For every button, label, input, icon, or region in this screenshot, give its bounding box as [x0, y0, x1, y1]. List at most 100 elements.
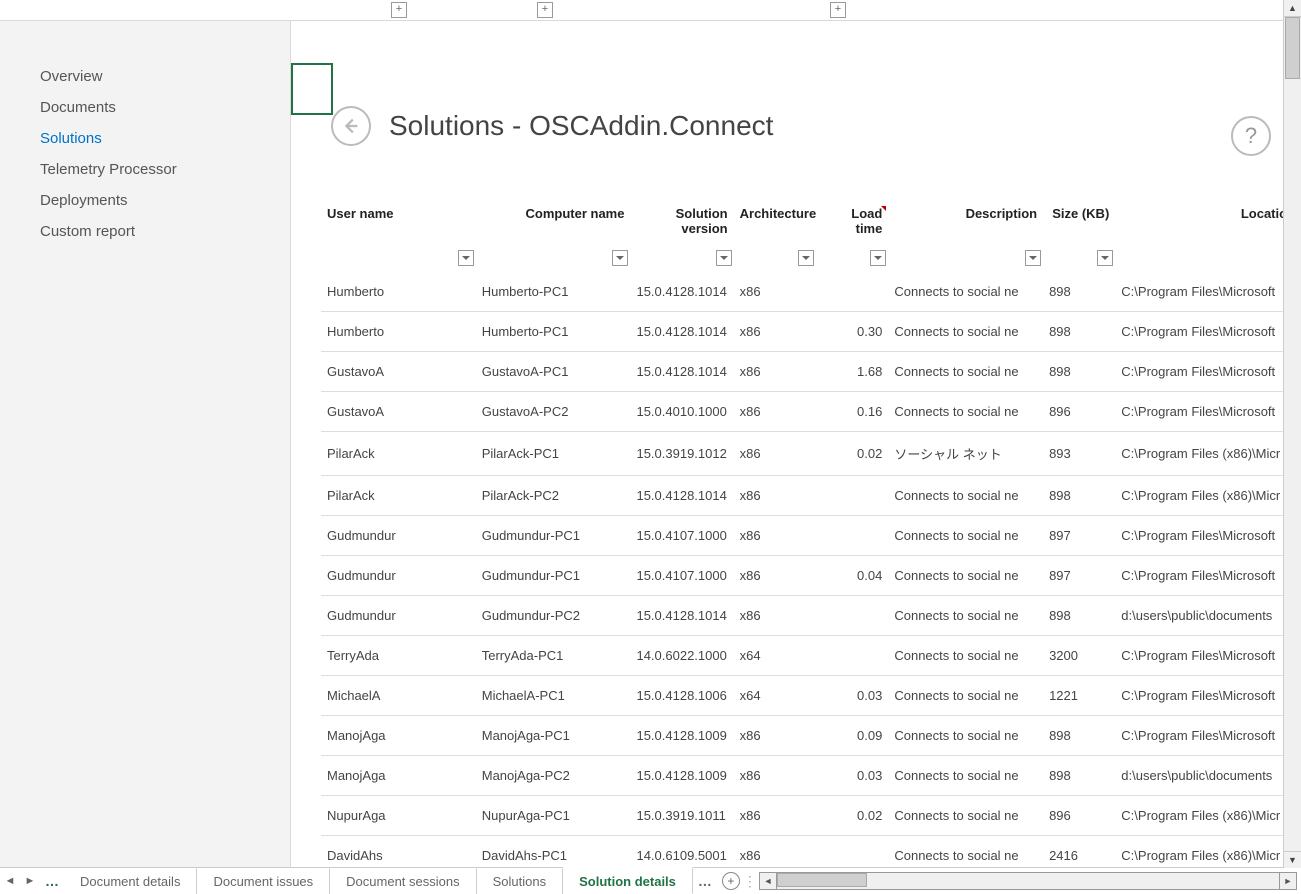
cell-solution-version[interactable]: 15.0.4128.1014 — [630, 352, 733, 392]
cell-description[interactable]: Connects to social ne — [888, 392, 1043, 432]
cell-computer-name[interactable]: MichaelA-PC1 — [476, 676, 631, 716]
cell-load-time[interactable] — [816, 836, 888, 868]
outline-expand-2[interactable]: + — [537, 2, 553, 18]
filter-dropdown[interactable] — [798, 250, 814, 266]
cell-user-name[interactable]: GustavoA — [321, 352, 476, 392]
cell-architecture[interactable]: x86 — [734, 476, 817, 516]
table-row[interactable]: NupurAgaNupurAga-PC115.0.3919.1011x860.0… — [321, 796, 1301, 836]
cell-solution-version[interactable]: 15.0.4107.1000 — [630, 516, 733, 556]
cell-architecture[interactable]: x86 — [734, 516, 817, 556]
cell-location[interactable]: C:\Program Files\Microsoft — [1115, 352, 1301, 392]
cell-solution-version[interactable]: 15.0.3919.1011 — [630, 796, 733, 836]
table-row[interactable]: ManojAgaManojAga-PC215.0.4128.1009x860.0… — [321, 756, 1301, 796]
cell-computer-name[interactable]: PilarAck-PC2 — [476, 476, 631, 516]
cell-location[interactable]: C:\Program Files\Microsoft — [1115, 392, 1301, 432]
comment-indicator[interactable] — [879, 206, 886, 211]
cell-location[interactable]: C:\Program Files\Microsoft — [1115, 556, 1301, 596]
filter-dropdown[interactable] — [612, 250, 628, 266]
cell-architecture[interactable]: x86 — [734, 556, 817, 596]
sidebar-item-solutions[interactable]: Solutions — [0, 123, 290, 154]
cell-description[interactable]: Connects to social ne — [888, 352, 1043, 392]
cell-user-name[interactable]: ManojAga — [321, 756, 476, 796]
cell-architecture[interactable]: x86 — [734, 756, 817, 796]
cell-computer-name[interactable]: DavidAhs-PC1 — [476, 836, 631, 868]
cell-solution-version[interactable]: 15.0.3919.1012 — [630, 432, 733, 476]
cell-size[interactable]: 3200 — [1043, 636, 1115, 676]
table-row[interactable]: PilarAckPilarAck-PC115.0.3919.1012x860.0… — [321, 432, 1301, 476]
cell-size[interactable]: 1221 — [1043, 676, 1115, 716]
cell-size[interactable]: 898 — [1043, 756, 1115, 796]
cell-size[interactable]: 898 — [1043, 716, 1115, 756]
cell-size[interactable]: 898 — [1043, 596, 1115, 636]
tab-document-sessions[interactable]: Document sessions — [330, 868, 476, 894]
cell-description[interactable]: Connects to social ne — [888, 596, 1043, 636]
cell-computer-name[interactable]: Humberto-PC1 — [476, 312, 631, 352]
cell-solution-version[interactable]: 14.0.6022.1000 — [630, 636, 733, 676]
cell-user-name[interactable]: Humberto — [321, 272, 476, 312]
cell-architecture[interactable]: x86 — [734, 796, 817, 836]
cell-description[interactable]: Connects to social ne — [888, 716, 1043, 756]
tab-solution-details[interactable]: Solution details — [563, 867, 693, 894]
scroll-down-button[interactable]: ▼ — [1284, 851, 1301, 868]
cell-location[interactable]: C:\Program Files\Microsoft — [1115, 516, 1301, 556]
cell-solution-version[interactable]: 15.0.4128.1006 — [630, 676, 733, 716]
cell-architecture[interactable]: x64 — [734, 676, 817, 716]
filter-dropdown[interactable] — [716, 250, 732, 266]
cell-user-name[interactable]: DavidAhs — [321, 836, 476, 868]
help-button[interactable]: ? — [1231, 116, 1271, 156]
table-row[interactable]: GustavoAGustavoA-PC115.0.4128.1014x861.6… — [321, 352, 1301, 392]
sidebar-item-documents[interactable]: Documents — [0, 92, 290, 123]
cell-load-time[interactable]: 0.30 — [816, 312, 888, 352]
cell-load-time[interactable]: 1.68 — [816, 352, 888, 392]
cell-load-time[interactable]: 0.04 — [816, 556, 888, 596]
sidebar-item-deployments[interactable]: Deployments — [0, 185, 290, 216]
cell-size[interactable]: 2416 — [1043, 836, 1115, 868]
cell-computer-name[interactable]: TerryAda-PC1 — [476, 636, 631, 676]
cell-description[interactable]: ソーシャル ネット — [888, 432, 1043, 476]
cell-location[interactable]: d:\users\public\documents — [1115, 596, 1301, 636]
table-row[interactable]: GudmundurGudmundur-PC115.0.4107.1000x860… — [321, 556, 1301, 596]
new-sheet-button[interactable]: + — [717, 868, 745, 894]
cell-architecture[interactable]: x86 — [734, 432, 817, 476]
cell-load-time[interactable]: 0.09 — [816, 716, 888, 756]
cell-size[interactable]: 898 — [1043, 476, 1115, 516]
cell-computer-name[interactable]: ManojAga-PC2 — [476, 756, 631, 796]
tab-document-details[interactable]: Document details — [64, 868, 197, 894]
cell-load-time[interactable] — [816, 636, 888, 676]
cell-computer-name[interactable]: ManojAga-PC1 — [476, 716, 631, 756]
cell-computer-name[interactable]: Gudmundur-PC1 — [476, 556, 631, 596]
cell-user-name[interactable]: GustavoA — [321, 392, 476, 432]
cell-load-time[interactable]: 0.03 — [816, 756, 888, 796]
cell-architecture[interactable]: x86 — [734, 836, 817, 868]
cell-solution-version[interactable]: 15.0.4128.1014 — [630, 476, 733, 516]
cell-solution-version[interactable]: 14.0.6109.5001 — [630, 836, 733, 868]
cell-load-time[interactable] — [816, 272, 888, 312]
horizontal-scrollbar[interactable]: ◄ ► — [755, 868, 1301, 894]
cell-location[interactable]: C:\Program Files (x86)\Micr — [1115, 476, 1301, 516]
cell-description[interactable]: Connects to social ne — [888, 476, 1043, 516]
cell-load-time[interactable]: 0.02 — [816, 432, 888, 476]
cell-architecture[interactable]: x86 — [734, 352, 817, 392]
cell-location[interactable]: C:\Program Files\Microsoft — [1115, 636, 1301, 676]
table-row[interactable]: MichaelAMichaelA-PC115.0.4128.1006x640.0… — [321, 676, 1301, 716]
scroll-track[interactable] — [777, 872, 1279, 890]
table-row[interactable]: DavidAhsDavidAhs-PC114.0.6109.5001x86Con… — [321, 836, 1301, 868]
cell-location[interactable]: C:\Program Files\Microsoft — [1115, 676, 1301, 716]
cell-load-time[interactable]: 0.02 — [816, 796, 888, 836]
scroll-thumb[interactable] — [1285, 17, 1300, 79]
cell-size[interactable]: 897 — [1043, 516, 1115, 556]
cell-description[interactable]: Connects to social ne — [888, 516, 1043, 556]
cell-description[interactable]: Connects to social ne — [888, 312, 1043, 352]
scroll-thumb[interactable] — [777, 873, 867, 887]
cell-user-name[interactable]: Gudmundur — [321, 516, 476, 556]
cell-location[interactable]: d:\users\public\documents — [1115, 756, 1301, 796]
scroll-left-button[interactable]: ◄ — [759, 872, 777, 890]
scroll-track[interactable] — [1284, 17, 1301, 851]
cell-size[interactable]: 898 — [1043, 312, 1115, 352]
cell-computer-name[interactable]: Gudmundur-PC2 — [476, 596, 631, 636]
cell-description[interactable]: Connects to social ne — [888, 556, 1043, 596]
tab-document-issues[interactable]: Document issues — [197, 868, 330, 894]
cell-user-name[interactable]: Gudmundur — [321, 556, 476, 596]
cell-solution-version[interactable]: 15.0.4128.1014 — [630, 596, 733, 636]
cell-user-name[interactable]: TerryAda — [321, 636, 476, 676]
